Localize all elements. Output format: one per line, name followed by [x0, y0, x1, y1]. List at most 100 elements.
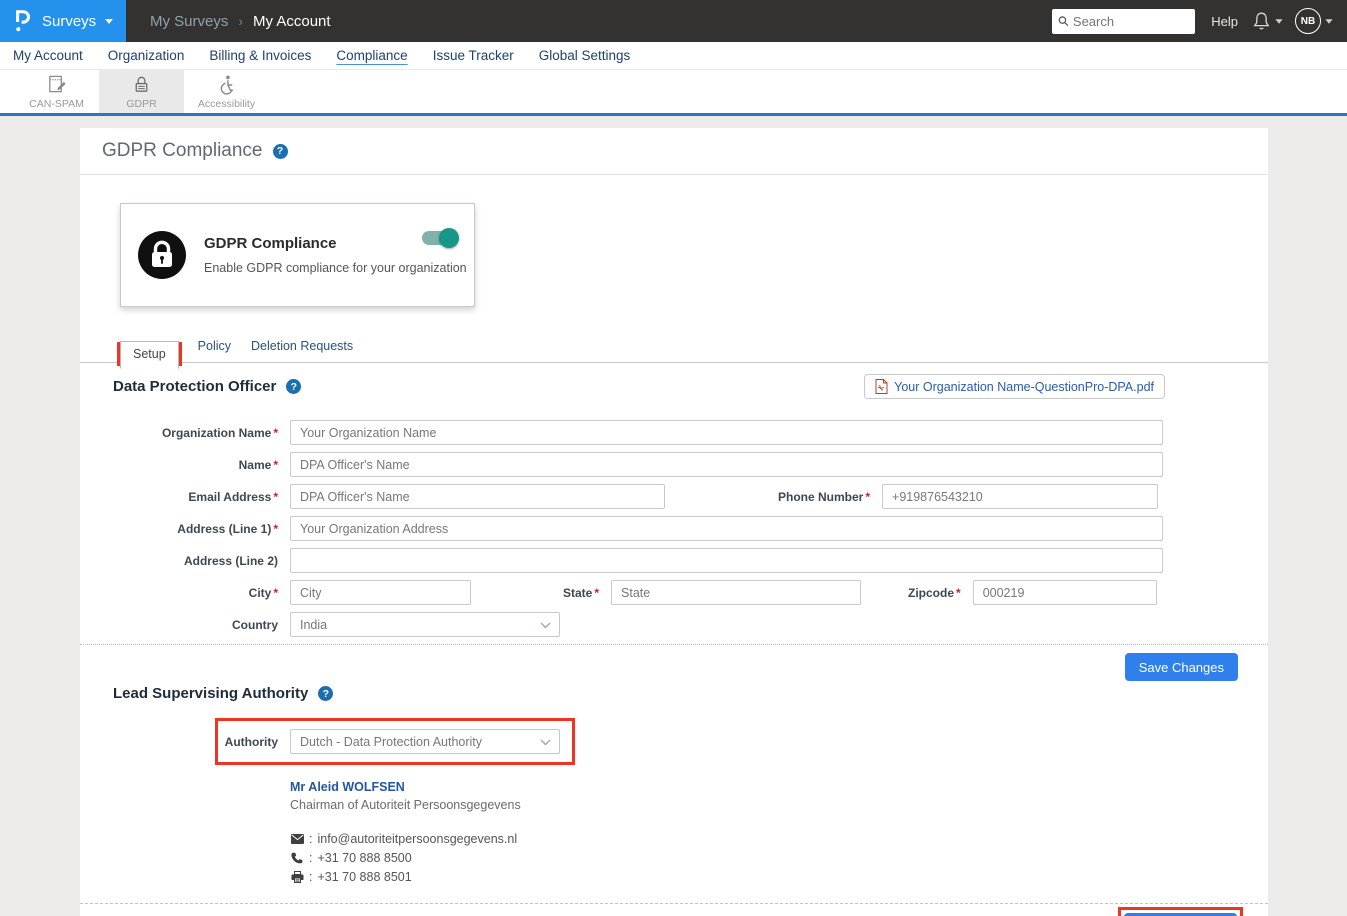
tab-deletion-requests[interactable]: Deletion Requests — [251, 339, 353, 362]
breadcrumb-my-surveys[interactable]: My Surveys — [150, 13, 228, 30]
bell-icon — [1252, 11, 1271, 31]
authority-contact-card: Mr Aleid WOLFSEN Chairman of Autoriteit … — [290, 780, 1268, 884]
address-line2-field[interactable] — [290, 548, 1163, 573]
dpo-heading-row: Data Protection Officer ? Your Organizat… — [113, 374, 1268, 399]
search-icon — [1058, 15, 1069, 27]
organization-name-field[interactable] — [290, 420, 1163, 445]
nav-billing-invoices[interactable]: Billing & Invoices — [209, 48, 311, 63]
nav-issue-tracker[interactable]: Issue Tracker — [433, 48, 514, 63]
name-field[interactable] — [290, 452, 1163, 477]
help-link[interactable]: Help — [1211, 14, 1238, 29]
subtab-label: GDPR — [126, 98, 156, 110]
contact-phone: +31 70 888 8500 — [317, 851, 411, 865]
help-icon[interactable]: ? — [318, 686, 333, 701]
lsa-save-row: Save Changes — [80, 907, 1268, 916]
chevron-down-icon — [105, 19, 113, 24]
form-row: Address (Line 1)* — [80, 516, 1268, 541]
form-row: Email Address* Phone Number* — [80, 484, 1268, 509]
form-row: Address (Line 2) — [80, 548, 1268, 573]
lock-icon — [131, 74, 152, 95]
gdpr-compliance-card: GDPR Compliance Enable GDPR compliance f… — [120, 203, 475, 307]
card-description: Enable GDPR compliance for your organiza… — [204, 261, 467, 275]
notifications-menu[interactable] — [1252, 11, 1283, 31]
gdpr-toggle[interactable] — [422, 231, 456, 245]
email-address-label: Email Address* — [80, 490, 278, 504]
authority-contact-role: Chairman of Autoriteit Persoonsgegevens — [290, 798, 1268, 812]
toggle-knob — [439, 228, 459, 248]
subtab-can-spam[interactable]: CAN-SPAM — [14, 70, 99, 113]
contact-email: info@autoriteitpersoonsgegevens.nl — [317, 832, 517, 846]
authority-contact-lines: : info@autoriteitpersoonsgegevens.nl : +… — [290, 831, 1268, 884]
questionpro-logo-icon — [14, 8, 32, 34]
page-title-row: GDPR Compliance ? — [80, 128, 1268, 175]
nav-my-account[interactable]: My Account — [13, 48, 83, 63]
topbar-right: Help NB — [1052, 8, 1347, 34]
contact-separator: : — [309, 832, 312, 846]
state-label: State* — [563, 586, 599, 600]
state-field[interactable] — [611, 580, 861, 605]
nav-organization[interactable]: Organization — [108, 48, 185, 63]
organization-name-label: Organization Name* — [80, 426, 278, 440]
divider — [80, 644, 1268, 645]
authority-label: Authority — [218, 735, 278, 749]
email-field[interactable] — [290, 484, 665, 509]
topbar: Surveys My Surveys › My Account Help — [0, 0, 1347, 42]
breadcrumb-my-account: My Account — [253, 13, 331, 30]
subtab-label: CAN-SPAM — [29, 98, 84, 110]
contact-fax-line: : +31 70 888 8501 — [290, 869, 1268, 884]
pdf-file-icon — [875, 379, 888, 394]
phone-number-label: Phone Number* — [778, 490, 870, 504]
chevron-down-icon — [540, 622, 551, 629]
lsa-heading: Lead Supervising Authority ? — [113, 685, 333, 702]
avatar: NB — [1295, 8, 1321, 34]
subtab-accessibility[interactable]: Accessibility — [184, 70, 269, 113]
subtab-gdpr[interactable]: GDPR — [99, 70, 184, 113]
subtab-label: Accessibility — [198, 98, 255, 110]
save-changes-button[interactable]: Save Changes — [1125, 653, 1238, 681]
breadcrumb: My Surveys › My Account — [150, 13, 331, 30]
help-icon[interactable]: ? — [273, 144, 288, 159]
tab-setup[interactable]: Setup — [120, 341, 179, 369]
search-input[interactable] — [1073, 14, 1189, 29]
annotation-box-setup: Setup — [117, 342, 182, 366]
account-nav: My Account Organization Billing & Invoic… — [0, 42, 1347, 70]
city-field[interactable] — [290, 580, 471, 605]
product-label: Surveys — [42, 13, 96, 30]
phone-number-field[interactable] — [882, 484, 1158, 509]
tab-policy[interactable]: Policy — [198, 339, 231, 362]
country-label: Country — [80, 618, 278, 632]
dpo-form: Organization Name* Name* Email Address* … — [80, 420, 1268, 637]
fax-icon — [290, 871, 304, 883]
envelope-icon — [290, 834, 304, 844]
zipcode-label: Zipcode* — [908, 586, 961, 600]
phone-icon — [290, 852, 304, 864]
screen: Surveys My Surveys › My Account Help — [0, 0, 1347, 916]
accessibility-icon — [216, 74, 237, 95]
lock-badge-icon — [138, 231, 186, 279]
contact-email-line: : info@autoriteitpersoonsgegevens.nl — [290, 831, 1268, 846]
content-panel: GDPR Compliance ? GDPR Compliance Enable… — [80, 128, 1268, 916]
city-label: City* — [80, 586, 278, 600]
search-box[interactable] — [1052, 9, 1195, 34]
account-menu[interactable]: NB — [1295, 8, 1333, 34]
product-switcher[interactable]: Surveys — [0, 0, 126, 42]
zipcode-field[interactable] — [973, 580, 1157, 605]
nav-compliance[interactable]: Compliance — [336, 48, 407, 63]
authority-select[interactable]: Dutch - Data Protection Authority — [290, 729, 560, 754]
chevron-down-icon — [1325, 19, 1332, 24]
authority-contact-name: Mr Aleid WOLFSEN — [290, 780, 1268, 794]
page-title: GDPR Compliance — [102, 140, 263, 162]
help-icon[interactable]: ? — [286, 379, 301, 394]
dpa-pdf-button[interactable]: Your Organization Name-QuestionPro-DPA.p… — [864, 374, 1165, 399]
country-select[interactable]: India — [290, 612, 560, 637]
address-line1-label: Address (Line 1)* — [80, 522, 278, 536]
annotation-box-save: Save Changes — [1118, 907, 1243, 916]
name-label: Name* — [80, 458, 278, 472]
dpo-heading-text: Data Protection Officer — [113, 378, 276, 395]
lsa-heading-text: Lead Supervising Authority — [113, 685, 308, 702]
chevron-down-icon — [540, 739, 551, 746]
nav-global-settings[interactable]: Global Settings — [539, 48, 631, 63]
authority-selected-value: Dutch - Data Protection Authority — [300, 735, 482, 749]
setup-tabs: Setup Policy Deletion Requests — [80, 339, 1268, 363]
address-line1-field[interactable] — [290, 516, 1163, 541]
